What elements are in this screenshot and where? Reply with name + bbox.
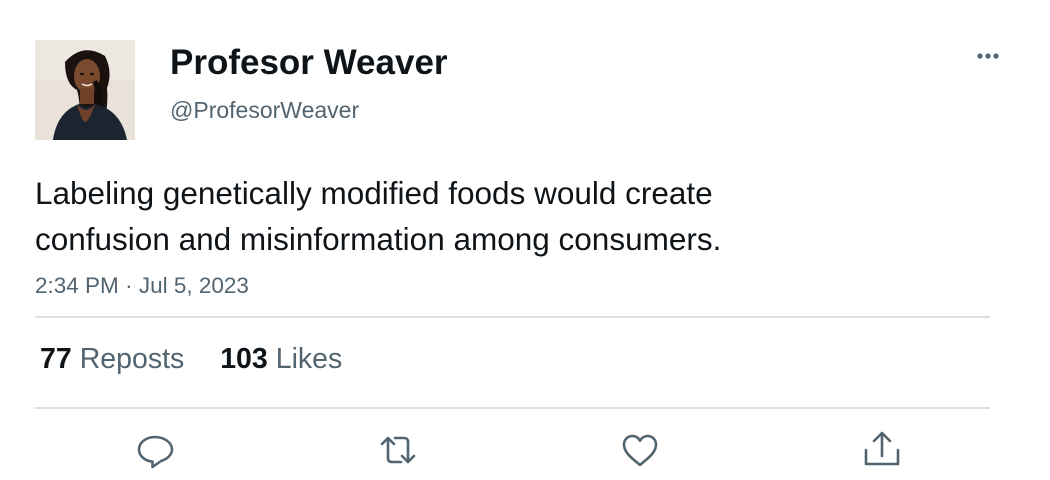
divider: [35, 407, 990, 409]
divider: [35, 316, 990, 318]
avatar-photo: [35, 40, 135, 140]
tweet-time: 2:34 PM: [35, 273, 119, 298]
repost-icon[interactable]: [376, 428, 420, 472]
reposts-stat[interactable]: 77 Reposts: [40, 340, 184, 378]
tweet-date: Jul 5, 2023: [138, 273, 249, 298]
reposts-label: Reposts: [79, 343, 185, 375]
tweet-text-line: confusion and misinformation among consu…: [35, 221, 722, 257]
likes-count: 103: [220, 343, 268, 375]
tweet-text-line: Labeling genetically modified foods woul…: [35, 175, 713, 211]
heart-icon[interactable]: [618, 428, 662, 472]
share-icon[interactable]: [860, 428, 904, 472]
more-options-icon[interactable]: [970, 44, 1006, 68]
reposts-count: 77: [40, 343, 72, 375]
likes-stat[interactable]: 103 Likes: [220, 340, 342, 378]
engagement-stats: 77 Reposts 103 Likes: [40, 340, 370, 378]
likes-label: Likes: [275, 343, 343, 375]
timestamp-separator: ·: [125, 273, 133, 298]
reply-icon[interactable]: [134, 428, 178, 472]
user-handle[interactable]: @ProfesorWeaver: [170, 95, 359, 125]
avatar[interactable]: [35, 40, 135, 140]
tweet-timestamp[interactable]: 2:34 PM · Jul 5, 2023: [35, 271, 249, 301]
tweet-text: Labeling genetically modified foods woul…: [35, 170, 985, 262]
display-name[interactable]: Profesor Weaver: [170, 41, 448, 85]
